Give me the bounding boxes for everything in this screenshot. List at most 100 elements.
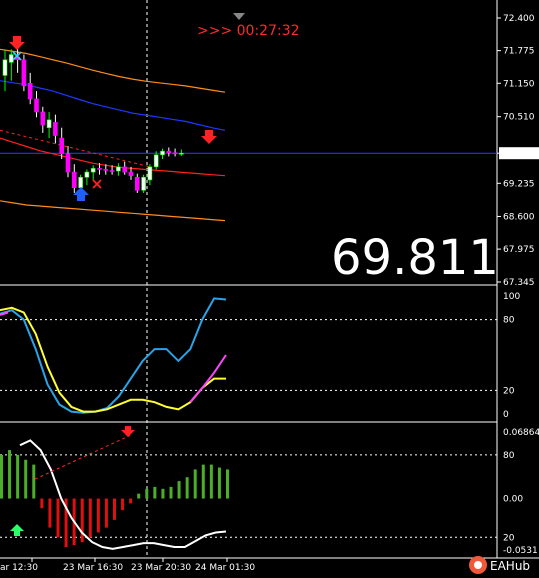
hist-bar [217,467,221,499]
candle-body [135,176,140,191]
hist-bar [137,493,141,499]
stoch-signal-line [0,306,226,413]
candle-body [27,82,33,100]
time-axis: ar 12:30 23 Mar 16:30 23 Mar 20:30 24 Mar 0… [0,558,255,573]
price-tick-label: 67.975 [503,245,535,255]
countdown-timer: >>> 00:27:32 [197,23,300,39]
price-tick-label: 71.150 [503,79,535,89]
hist-tick-label: 0.06864 [503,428,539,438]
hist-bar [193,469,197,499]
hist-bar [226,469,229,499]
candle-body [90,168,96,173]
candle-body [40,111,46,126]
hist-bar [145,488,149,499]
watermark-text: EAHub [490,559,530,573]
stochastic-panel: 100 80 20 0 [0,292,520,420]
candle-body [59,137,65,155]
stoch-tick-label: 0 [503,410,509,420]
hist-bar [88,498,92,538]
candle-body [53,122,58,136]
candles [2,46,184,193]
price-tick-label: 69.235 [503,179,535,189]
candle-body [78,176,83,189]
candle-body [179,152,184,155]
hist-tick-label: 20 [503,533,515,543]
time-tick-label: 24 Mar 01:30 [195,563,255,573]
candle-body [128,171,134,177]
hist-bar [161,488,165,499]
candle-body [97,168,102,170]
candle-body [122,166,127,173]
hist-tick-label: 80 [503,451,515,461]
shift-marker-icon[interactable] [233,13,245,20]
divergence-buy-icon [10,524,24,536]
stoch-main-line [0,297,227,414]
hist-bar [56,498,60,538]
hist-tick-label: -0.0531 [503,546,538,556]
candle-body [103,169,109,171]
candle-body [65,153,71,173]
hist-bar [48,498,52,528]
cross-marker-icon [92,179,102,189]
price-tick-label: 68.600 [503,212,535,222]
price-tick-label: 70.510 [503,113,535,123]
hist-bar [129,498,133,504]
stoch-tick-label: 20 [503,386,515,396]
trend-line [0,129,151,168]
time-tick-label: ar 12:30 [0,563,38,573]
candle-body [141,176,146,191]
candle-body [166,150,172,154]
hist-bar [24,459,28,499]
hist-bar [121,498,125,511]
hist-bar [96,498,100,533]
candle-body [72,171,77,189]
hist-bar [32,464,36,499]
hist-tick-label: 0.00 [503,495,523,505]
stoch-tick-label: 100 [503,292,520,302]
candle-body [9,54,14,63]
hist-bar [16,454,20,499]
price-tick-label: 67.345 [503,278,535,288]
eahub-logo: EAHub [469,556,530,574]
hist-bar [104,498,108,528]
candle-body [34,98,39,113]
time-tick-label: 23 Mar 16:30 [63,563,123,573]
candle-body [21,59,27,87]
candle-body [160,150,165,156]
hist-bar [8,450,12,499]
hist-bar [113,498,116,520]
buy-arrow-icon [73,187,89,201]
divergence-sell-icon [121,426,135,437]
envelope-upper-line [0,48,226,93]
candle-body [109,170,115,172]
signal-arrows [9,36,217,201]
candle-body [147,166,153,181]
big-price-label: 69.811 [331,230,499,286]
price-tick-label: 69.811 [503,149,535,159]
histogram-panel: 0.06864 80 0.00 20 -0.0531 [0,426,539,556]
time-tick-label: 23 Mar 20:30 [131,563,191,573]
sell-arrow-icon [201,130,217,144]
candle-body [84,171,90,178]
price-tick-label: 72.400 [503,14,535,24]
sell-arrow-icon [9,36,25,50]
hist-bar [201,464,205,499]
candle-body [153,154,159,168]
hist-bar [209,464,213,499]
envelope-lower-line [0,200,226,222]
hist-bar [169,486,173,499]
divergence-line [34,435,131,480]
candle-body [116,166,121,172]
hist-bar [177,481,181,499]
hist-bar [185,477,189,499]
stoch-tick-label: 80 [503,316,515,326]
chart-canvas: 72.400 71.775 71.150 70.510 69.811 69.235 68.6… [0,0,539,574]
moving-average-line [0,80,226,131]
candle-body [46,119,52,128]
hist-bar [40,498,44,509]
price-tick-label: 71.775 [503,47,535,57]
hist-bar [153,486,157,499]
hist-bar [0,454,3,499]
hist-bar [80,498,84,543]
price-axis: 72.400 71.775 71.150 70.510 69.811 69.235 68.6… [497,14,539,288]
